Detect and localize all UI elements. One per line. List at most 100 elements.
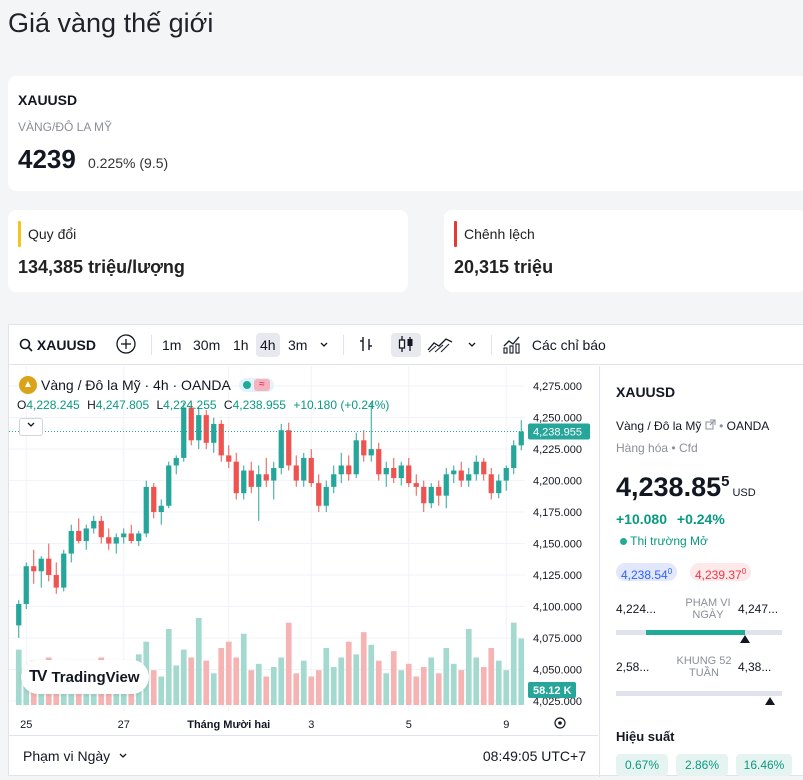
- y-tick-label: 4,125.000: [533, 570, 582, 582]
- range-selector[interactable]: Phạm vi Ngày: [23, 748, 128, 764]
- volume-bar: [450, 663, 457, 705]
- volume-bar: [240, 633, 247, 705]
- day-range-fill: [646, 630, 746, 635]
- candle-body: [466, 474, 472, 481]
- candle-body: [263, 474, 269, 481]
- candle-body: [53, 575, 59, 588]
- volume-bar: [285, 622, 292, 705]
- volume-bar: [405, 663, 412, 705]
- performance-1w[interactable]: 0.67%: [616, 754, 668, 776]
- settings-gear-icon-center: [558, 721, 562, 725]
- candle-body: [368, 449, 374, 456]
- toolbar-symbol: XAUUSD: [36, 337, 97, 353]
- indicators-button[interactable]: Các chỉ báo: [502, 333, 606, 357]
- chart-legend-title-row: ▲ Vàng / Đô la Mỹ · 4h · OANDA ≈: [19, 376, 274, 394]
- timeframe-dropdown[interactable]: [319, 333, 329, 357]
- volume-bar: [233, 657, 240, 705]
- day-range-marker-icon: [740, 635, 751, 643]
- chevron-down-icon: [27, 422, 35, 427]
- volume-bar: [203, 660, 210, 705]
- ohlc-close: 4,238.955: [232, 398, 286, 412]
- y-tick-label: 4,100.000: [533, 601, 582, 613]
- candle-body: [106, 537, 112, 544]
- candle-body: [286, 430, 292, 466]
- timeframe-3m[interactable]: 3m: [288, 333, 307, 357]
- candle-body: [323, 486, 329, 506]
- timeframe-1h[interactable]: 1h: [233, 333, 249, 357]
- symbol-search-button[interactable]: XAUUSD: [19, 333, 96, 357]
- volume-bar: [255, 663, 262, 705]
- candle-body: [436, 486, 442, 496]
- candle-body: [166, 465, 172, 506]
- area-style-button[interactable]: [427, 333, 453, 357]
- spread-label: Chênh lệch: [464, 226, 535, 242]
- chart-clock[interactable]: 08:49:05 UTC+7: [483, 748, 586, 764]
- volume-bar: [413, 676, 420, 705]
- year-range-high: 4,38...: [738, 660, 772, 674]
- panel-name[interactable]: Vàng / Đô la Mỹ: [616, 419, 701, 433]
- year-range-bar: [616, 691, 782, 696]
- bid-price-pill: 4,238.540: [616, 563, 678, 582]
- conversion-label: Quy đổi: [28, 226, 77, 242]
- candle-body: [308, 457, 314, 484]
- tradingview-widget: XAUUSD 1m 30m 1h 4h 3m Các chỉ báo 4,275…: [8, 324, 803, 777]
- bar-style-button[interactable]: [357, 333, 375, 357]
- volume-bar: [375, 660, 382, 705]
- indicators-icon: [503, 336, 520, 354]
- candles-style-button[interactable]: [391, 333, 421, 357]
- candle-body: [91, 520, 97, 529]
- performance-1m[interactable]: 2.86%: [676, 754, 728, 776]
- candle-body: [458, 470, 464, 481]
- x-tick-label: 25: [20, 719, 32, 731]
- summary-change: 0.225% (9.5): [88, 155, 169, 171]
- candle-body: [413, 483, 419, 487]
- external-link-icon[interactable]: [705, 419, 716, 430]
- chart-type-dropdown[interactable]: [467, 333, 477, 357]
- timeframe-4h[interactable]: 4h: [256, 333, 280, 357]
- candle-body: [121, 533, 127, 538]
- search-icon: [19, 338, 33, 352]
- timeframe-30m[interactable]: 30m: [193, 333, 220, 357]
- performance-3m[interactable]: 16.46%: [736, 754, 792, 776]
- year-range-marker-icon: [765, 697, 776, 705]
- summary-symbol: XAUUSD: [18, 92, 78, 108]
- volume-bar: [465, 629, 472, 705]
- volume-bar: [368, 644, 375, 705]
- volume-bar: [480, 667, 487, 705]
- x-tick-label: 27: [118, 719, 130, 731]
- y-tick-label: 4,200.000: [533, 476, 582, 488]
- tradingview-logo[interactable]: TV TradingView: [21, 660, 149, 694]
- candle-body: [211, 423, 217, 443]
- volume-bar: [278, 657, 285, 705]
- candle-body: [331, 474, 337, 487]
- candle-body: [46, 558, 52, 576]
- candle-body: [61, 553, 67, 588]
- candle-body: [233, 461, 239, 494]
- x-tick-label: Tháng Mười hai: [187, 719, 270, 731]
- compare-button[interactable]: [115, 333, 137, 357]
- volume-bar: [503, 670, 510, 705]
- candle-body: [181, 407, 187, 458]
- last-price-label: 4,238.955: [533, 427, 582, 439]
- gold-coin-icon: ▲: [19, 376, 37, 394]
- panel-exchange: OANDA: [726, 419, 770, 433]
- volume-bar: [293, 673, 300, 705]
- volume-bar: [458, 670, 465, 705]
- ask-price-pill: 4,239.370: [690, 563, 752, 582]
- legend-collapse-button[interactable]: [19, 418, 43, 436]
- candle-body: [451, 470, 457, 475]
- volume-bar: [488, 648, 495, 705]
- ohlc-close-label: C: [223, 398, 233, 412]
- timeframe-1m[interactable]: 1m: [162, 333, 181, 357]
- toolbar-divider: [343, 335, 344, 355]
- candle-body: [406, 465, 412, 484]
- chart-legend-title: Vàng / Đô la Mỹ · 4h · OANDA: [41, 377, 231, 393]
- summary-subtitle: VÀNG/ĐÔ LA MỸ: [18, 120, 113, 134]
- market-status-badge[interactable]: ≈: [238, 378, 274, 392]
- candle-body: [256, 474, 262, 487]
- chart-area[interactable]: 4,275.000 4,250.000 4,225.000 4,200.000 4,17…: [9, 366, 609, 735]
- symbol-details-panel: XAUUSD Vàng / Đô la Mỹ • OANDA Hàng hóa …: [599, 366, 803, 777]
- volume-bar: [323, 648, 330, 705]
- year-range-low: 2,58...: [616, 660, 650, 674]
- candle-body: [428, 486, 434, 504]
